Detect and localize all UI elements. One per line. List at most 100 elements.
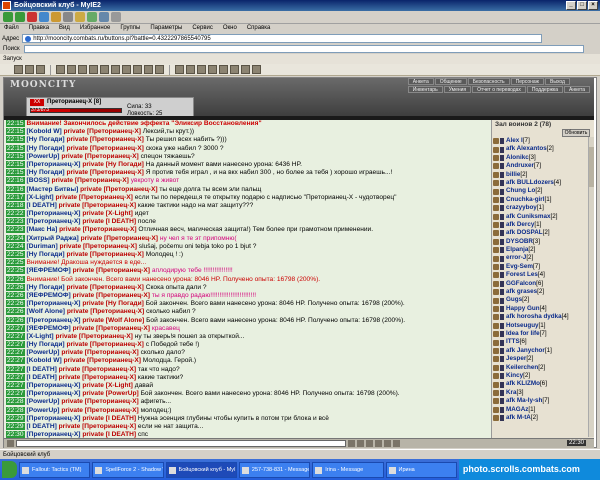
tab-icon[interactable] [133, 65, 142, 74]
chat-nick[interactable]: [I DEATH] [27, 423, 57, 430]
user-list-item[interactable]: DYSOBR [3] [493, 238, 588, 246]
chat-nick[interactable]: [Duriman] [27, 243, 58, 250]
start-button[interactable] [2, 461, 18, 478]
tab-icon[interactable] [144, 65, 153, 74]
user-list-item[interactable]: afk grases [2] [493, 288, 588, 296]
user-list-item[interactable]: MAGAz [1] [493, 406, 588, 414]
user-name[interactable]: afk DOSPAL [506, 229, 543, 237]
user-list-item[interactable]: afk Dercy [1] [493, 221, 588, 229]
chat-nick[interactable]: [I DEATH] [27, 366, 57, 373]
chat-nick[interactable]: [PowerUp] [27, 398, 60, 405]
launch-label[interactable]: Запуск [3, 56, 22, 62]
user-list-scrollbar[interactable] [588, 137, 594, 437]
tab-icon[interactable] [155, 65, 164, 74]
settings-icon[interactable] [393, 440, 400, 447]
user-list-item[interactable]: afk M-tA [2] [493, 414, 588, 422]
user-name[interactable]: Alex I [506, 137, 523, 145]
user-name[interactable]: MAGAz [506, 406, 528, 414]
user-list-item[interactable]: Alex I [7] [493, 137, 588, 145]
tab-icon[interactable] [100, 65, 109, 74]
user-name[interactable]: Evg-Sem [506, 263, 533, 271]
chat-private-tag[interactable]: private [Wolf Alone] [82, 317, 144, 324]
user-name[interactable]: Cnuchka-girl [506, 196, 545, 204]
chat-private-tag[interactable]: private [I DEATH] [82, 415, 136, 422]
chat-nick[interactable]: [PowerUp] [27, 349, 60, 356]
user-list-item[interactable]: Evg-Sem [7] [493, 263, 588, 271]
game-menu-item[interactable]: Анкета [564, 86, 590, 93]
game-menu-item[interactable]: Инвентарь [407, 86, 443, 93]
scroll-thumb[interactable] [589, 147, 594, 187]
chat-nick[interactable]: [Хитрый Раджа] [27, 235, 79, 242]
smiley-icon[interactable] [7, 440, 14, 447]
game-menu-item[interactable]: Поддержка [526, 86, 564, 93]
user-name[interactable]: crazyyboy [506, 204, 537, 212]
game-menu-item[interactable]: Умения [443, 86, 472, 93]
chat-nick[interactable]: [Ну Погади] [27, 284, 65, 291]
chat-private-tag[interactable]: private [Преторианец-X] [60, 243, 137, 250]
chat-nick[interactable]: [PowerUp] [27, 153, 60, 160]
stop-icon[interactable] [27, 12, 37, 22]
user-list-item[interactable]: Andruxer [7] [493, 162, 588, 170]
user-list-item[interactable]: Hotseuguy [1] [493, 322, 588, 330]
chat-private-tag[interactable]: private [Преторианец-X] [59, 366, 136, 373]
user-name[interactable]: DYSOBR [506, 238, 533, 246]
search-input[interactable] [23, 45, 584, 53]
user-name[interactable]: afk grases [506, 288, 537, 296]
tab-icon[interactable] [175, 65, 184, 74]
user-name[interactable]: Alonikc [506, 154, 529, 162]
chat-private-tag[interactable]: private [X-Light] [82, 210, 133, 217]
user-list-item[interactable]: Jesper [2] [493, 355, 588, 363]
taskbar-item[interactable]: Бойцовский клуб - MyIE2 [165, 461, 237, 478]
chat-nick[interactable]: [Kobold W] [27, 357, 62, 364]
chat-private-tag[interactable]: private [Преторианец-X] [73, 267, 150, 274]
user-list-item[interactable]: afk horosha dydka [4] [493, 313, 588, 321]
chat-private-tag[interactable]: private [Преторианец-X] [67, 308, 144, 315]
taskbar-item[interactable]: Ирина [385, 461, 457, 478]
user-list-item[interactable]: GGFalcon [6] [493, 280, 588, 288]
chat-private-tag[interactable]: private [Преторианец-X] [66, 341, 143, 348]
menu-file[interactable]: Файл [4, 24, 19, 33]
user-name[interactable]: afk horosha dydka [506, 313, 562, 321]
user-name[interactable]: Kincy [506, 372, 523, 380]
tab-icon[interactable] [36, 65, 45, 74]
tab-icon[interactable] [252, 65, 261, 74]
chat-private-tag[interactable]: private [Преторианец-X] [66, 251, 143, 258]
user-name[interactable]: Forest Les [506, 271, 538, 279]
user-name[interactable]: Jesper [506, 355, 526, 363]
refresh-icon[interactable] [39, 12, 49, 22]
menu-edit[interactable]: Правка [29, 24, 49, 33]
user-name[interactable]: afk BULLdozers [506, 179, 554, 187]
history-icon[interactable] [87, 12, 97, 22]
maximize-button[interactable]: □ [577, 1, 587, 10]
user-name[interactable]: afk Janychor [506, 347, 545, 355]
user-list-item[interactable]: crazyyboy [1] [493, 204, 588, 212]
menu-view[interactable]: Вид [59, 24, 70, 33]
user-list-item[interactable]: billie [2] [493, 171, 588, 179]
chat-private-tag[interactable]: private [Преторианец-X] [55, 194, 132, 201]
chat-private-tag[interactable]: private [Преторианец-X] [73, 292, 150, 299]
menu-groups[interactable]: Группы [120, 24, 140, 33]
chat-private-tag[interactable]: private [X-Light] [82, 382, 133, 389]
mail-icon[interactable] [99, 12, 109, 22]
search-icon[interactable] [63, 12, 73, 22]
user-list-item[interactable]: afk DOSPAL [2] [493, 229, 588, 237]
chat-nick[interactable]: [Wolf Alone] [27, 308, 65, 315]
chat-nick[interactable]: [Ну Погади] [27, 251, 65, 258]
chat-private-tag[interactable]: private [I DEATH] [82, 218, 136, 225]
tab-icon[interactable] [14, 65, 23, 74]
chat-nick[interactable]: [Kobold W] [27, 128, 62, 135]
send-icon[interactable] [348, 440, 355, 447]
user-name[interactable]: Idea for life [506, 330, 540, 338]
chat-nick[interactable]: [X-Light] [27, 194, 54, 201]
chat-private-tag[interactable]: private [Преторианец-X] [81, 235, 158, 242]
print-icon[interactable] [111, 12, 121, 22]
chat-nick[interactable]: [Преторианец-X] [27, 382, 81, 389]
user-list-item[interactable]: Forest Les [4] [493, 271, 588, 279]
user-list-item[interactable]: Kincy [2] [493, 372, 588, 380]
chat-nick[interactable]: [Преторианец-X] [27, 218, 81, 225]
user-name[interactable]: ITTS [506, 338, 520, 346]
chat-private-tag[interactable]: private [Преторианец-X] [73, 325, 150, 332]
forward-icon[interactable] [15, 12, 25, 22]
chat-input[interactable] [16, 440, 346, 447]
chat-private-tag[interactable]: private [Преторианец-X] [64, 128, 141, 135]
